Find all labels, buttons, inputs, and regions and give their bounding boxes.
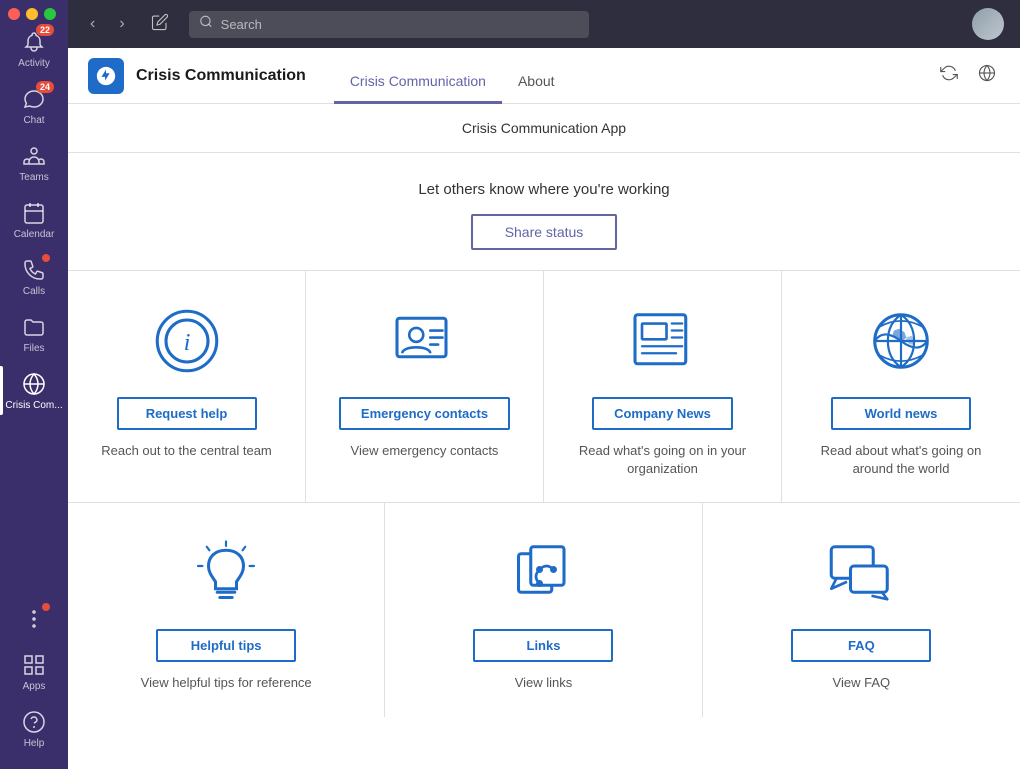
helpful-tips-button[interactable]: Helpful tips <box>156 629 296 662</box>
card-request-help[interactable]: i Request help Reach out to the central … <box>68 271 306 502</box>
card-links[interactable]: Links View links <box>385 503 702 716</box>
links-desc: View links <box>515 674 573 692</box>
chat-icon: 24 <box>20 85 48 113</box>
activity-badge: 22 <box>36 24 54 36</box>
cards-row1: i Request help Reach out to the central … <box>68 271 1020 503</box>
sidebar-item-apps-label: Apps <box>23 681 46 692</box>
share-status-button[interactable]: Share status <box>471 214 618 250</box>
app-header-right <box>936 60 1000 91</box>
sidebar-item-activity-label: Activity <box>18 58 50 69</box>
company-news-desc: Read what's going on in your organizatio… <box>564 442 761 478</box>
sidebar-item-activity[interactable]: 22 Activity <box>0 20 68 77</box>
sidebar: 22 Activity 24 Chat Teams <box>0 0 68 769</box>
cards-row2: Helpful tips View helpful tips for refer… <box>68 503 1020 716</box>
faq-icon <box>821 533 901 613</box>
apps-icon <box>20 651 48 679</box>
faq-desc: View FAQ <box>833 674 891 692</box>
tab-about[interactable]: About <box>502 65 571 104</box>
card-emergency-contacts[interactable]: Emergency contacts View emergency contac… <box>306 271 544 502</box>
svg-text:i: i <box>183 329 190 356</box>
window-controls <box>8 8 56 20</box>
card-company-news[interactable]: Company News Read what's going on in you… <box>544 271 782 502</box>
calls-icon <box>20 256 48 284</box>
faq-button[interactable]: FAQ <box>791 629 931 662</box>
request-help-button[interactable]: Request help <box>117 397 257 430</box>
app-title: Crisis Communication <box>136 67 306 85</box>
crisis-icon <box>20 370 48 398</box>
links-icon <box>503 533 583 613</box>
main-area: ‹ › Crisis Communication <box>68 0 1020 769</box>
refresh-button[interactable] <box>936 60 962 91</box>
card-helpful-tips[interactable]: Helpful tips View helpful tips for refer… <box>68 503 385 716</box>
tab-crisis-communication[interactable]: Crisis Communication <box>334 65 502 104</box>
sidebar-item-teams-label: Teams <box>19 172 48 183</box>
sidebar-item-help-label: Help <box>24 738 45 749</box>
app-tabs: Crisis Communication About <box>334 48 571 103</box>
company-news-button[interactable]: Company News <box>592 397 733 430</box>
teams-icon <box>20 142 48 170</box>
search-input[interactable] <box>189 11 589 38</box>
company-news-icon <box>623 301 703 381</box>
card-world-news[interactable]: World news Read about what's going on ar… <box>782 271 1020 502</box>
app-icon <box>88 58 124 94</box>
sidebar-item-chat[interactable]: 24 Chat <box>0 77 68 134</box>
content-inner: Crisis Communication App Let others know… <box>68 104 1020 769</box>
sidebar-item-files-label: Files <box>23 343 44 354</box>
sidebar-item-calendar[interactable]: Calendar <box>0 191 68 248</box>
sidebar-item-files[interactable]: Files <box>0 305 68 362</box>
emergency-contacts-button[interactable]: Emergency contacts <box>339 397 510 430</box>
title-bar: ‹ › <box>68 0 1020 48</box>
sidebar-item-more[interactable] <box>0 597 68 643</box>
calls-badge-dot <box>42 254 50 262</box>
globe-button[interactable] <box>974 60 1000 91</box>
world-news-desc: Read about what's going on around the wo… <box>802 442 1000 478</box>
maximize-button[interactable] <box>44 8 56 20</box>
share-status-section: Let others know where you're working Sha… <box>68 153 1020 271</box>
card-faq[interactable]: FAQ View FAQ <box>703 503 1020 716</box>
more-icon <box>20 605 48 633</box>
activity-icon: 22 <box>20 28 48 56</box>
chat-badge: 24 <box>36 81 54 93</box>
more-badge-dot <box>42 603 50 611</box>
close-button[interactable] <box>8 8 20 20</box>
sidebar-item-apps[interactable]: Apps <box>0 643 68 700</box>
avatar[interactable] <box>972 8 1004 40</box>
sidebar-item-chat-label: Chat <box>23 115 44 126</box>
app-header: Crisis Communication Crisis Communicatio… <box>68 48 1020 104</box>
helpful-tips-desc: View helpful tips for reference <box>141 674 312 692</box>
help-icon <box>20 708 48 736</box>
links-button[interactable]: Links <box>473 629 613 662</box>
sidebar-item-calls-label: Calls <box>23 286 45 297</box>
world-news-icon <box>861 301 941 381</box>
files-icon <box>20 313 48 341</box>
forward-button[interactable]: › <box>113 11 130 37</box>
compose-button[interactable] <box>143 9 177 40</box>
back-button[interactable]: ‹ <box>84 11 101 37</box>
minimize-button[interactable] <box>26 8 38 20</box>
emergency-contacts-desc: View emergency contacts <box>351 442 499 460</box>
content-title: Crisis Communication App <box>68 104 1020 153</box>
title-bar-right <box>972 8 1004 40</box>
share-status-text: Let others know where you're working <box>84 181 1004 198</box>
sidebar-item-help[interactable]: Help <box>0 700 68 757</box>
sidebar-item-calendar-label: Calendar <box>14 229 55 240</box>
sidebar-item-teams[interactable]: Teams <box>0 134 68 191</box>
sidebar-item-crisis-label: Crisis Com... <box>5 400 62 411</box>
calendar-icon <box>20 199 48 227</box>
sidebar-bottom: Apps Help <box>0 597 68 769</box>
request-help-icon: i <box>147 301 227 381</box>
world-news-button[interactable]: World news <box>831 397 971 430</box>
content-area: Crisis Communication App Let others know… <box>68 104 1020 769</box>
emergency-contacts-icon <box>385 301 465 381</box>
search-container <box>189 11 589 38</box>
sidebar-item-crisis[interactable]: Crisis Com... <box>0 362 68 419</box>
sidebar-item-calls[interactable]: Calls <box>0 248 68 305</box>
helpful-tips-icon <box>186 533 266 613</box>
request-help-desc: Reach out to the central team <box>101 442 272 460</box>
